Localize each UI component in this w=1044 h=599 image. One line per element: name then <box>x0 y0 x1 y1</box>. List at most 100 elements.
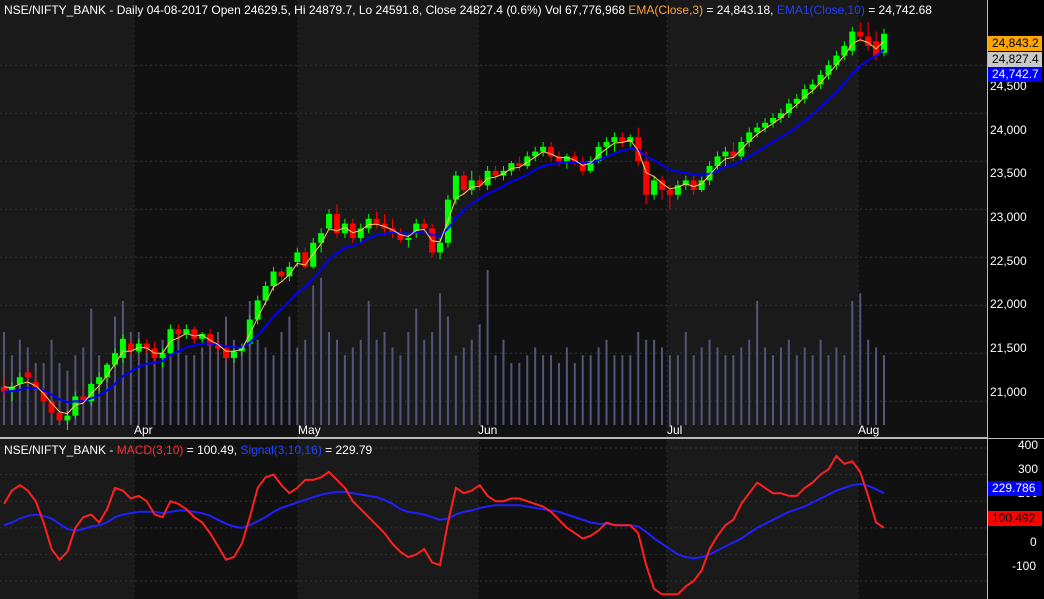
volume-bar <box>375 339 378 425</box>
volume-bar <box>462 347 465 425</box>
price-tick: 24,000 <box>990 123 1027 137</box>
volume-bar <box>415 308 418 425</box>
candle-body <box>64 415 71 421</box>
candle-body <box>690 180 697 190</box>
volume-bar <box>145 347 148 425</box>
signal-value: = 229.79 <box>321 443 373 457</box>
macd-symbol: NSE/NIFTY_BANK <box>4 443 107 457</box>
candle-body <box>603 142 610 147</box>
ema10-badge: 24,742.7 <box>988 67 1042 82</box>
volume-bar <box>803 347 806 425</box>
volume-bar <box>193 355 196 425</box>
candle-body <box>666 190 673 195</box>
candle-body <box>619 137 626 142</box>
volume-bar <box>629 355 632 425</box>
price-details: - Daily 04-08-2017 Open 24629.5, Hi 2487… <box>106 3 629 17</box>
macd-header: NSE/NIFTY_BANK - MACD(3,10) = 100.49, Si… <box>4 443 372 457</box>
volume-bar <box>209 339 212 425</box>
candle-body <box>326 214 333 229</box>
volume-bar <box>565 347 568 425</box>
candle-body <box>841 46 848 56</box>
volume-bar <box>684 332 687 425</box>
macd-tick: 0 <box>1030 535 1037 549</box>
volume-bar <box>343 355 346 425</box>
month-label: Jun <box>478 423 498 437</box>
volume-bar <box>605 339 608 425</box>
candle-body <box>460 175 467 190</box>
month-band <box>858 0 987 438</box>
volume-bar <box>169 347 172 425</box>
candle-body <box>270 271 277 286</box>
stock-chart <box>0 0 1044 599</box>
volume-bar <box>748 339 751 425</box>
price-tick: 21,000 <box>990 385 1027 399</box>
volume-bar <box>359 339 362 425</box>
candle-body <box>373 218 380 224</box>
volume-bar <box>240 347 243 425</box>
volume-bar <box>510 363 513 425</box>
volume-bar <box>185 355 188 425</box>
volume-bar <box>875 347 878 425</box>
macd-tick: 300 <box>1018 462 1039 476</box>
price-tick: 21,500 <box>990 341 1027 355</box>
volume-bar <box>668 355 671 425</box>
candle-body <box>278 271 285 277</box>
volume-bar <box>90 308 93 425</box>
volume-bar <box>177 332 180 425</box>
volume-bar <box>446 316 449 425</box>
macd-badge: 100.492 <box>988 511 1042 526</box>
volume-bar <box>692 355 695 425</box>
volume-bar <box>859 293 862 425</box>
volume-bar <box>779 347 782 425</box>
candle-body <box>651 180 658 195</box>
volume-bar <box>843 355 846 425</box>
candle-body <box>310 242 317 267</box>
volume-bar <box>423 339 426 425</box>
month-band <box>298 439 478 599</box>
price-tick: 23,000 <box>990 210 1027 224</box>
price-tick: 22,500 <box>990 254 1027 268</box>
volume-bar <box>550 355 553 425</box>
volume-bar <box>439 293 442 425</box>
volume-bar <box>407 332 410 425</box>
candle-body <box>230 351 237 358</box>
volume-bar <box>613 355 616 425</box>
candle-body <box>540 146 547 152</box>
volume-bar <box>264 347 267 425</box>
candle-body <box>159 353 166 358</box>
volume-bar <box>716 347 719 425</box>
price-symbol: NSE/NIFTY_BANK <box>4 3 107 17</box>
volume-bar <box>26 347 29 425</box>
month-band <box>667 439 858 599</box>
volume-bar <box>383 332 386 425</box>
volume-bar <box>835 347 838 425</box>
candle-body <box>857 31 864 37</box>
ema10-label: EMA1(Close,10) <box>776 3 865 17</box>
volume-bar <box>399 355 402 425</box>
volume-bar <box>772 355 775 425</box>
candle-body <box>452 175 459 200</box>
volume-bar <box>320 277 323 425</box>
month-label: May <box>298 423 321 437</box>
volume-bar <box>367 301 370 425</box>
candle-body <box>611 137 618 142</box>
candle-body <box>785 103 792 114</box>
candle-body <box>294 252 301 262</box>
volume-bar <box>740 347 743 425</box>
volume-bar <box>494 355 497 425</box>
candle-body <box>722 151 729 157</box>
volume-bar <box>676 355 679 425</box>
candle-body <box>437 242 444 253</box>
volume-bar <box>272 355 275 425</box>
candle-body <box>24 372 31 378</box>
candle-body <box>191 329 198 339</box>
volume-bar <box>732 355 735 425</box>
candle-body <box>405 238 412 240</box>
volume-bar <box>280 332 283 425</box>
volume-bar <box>304 339 307 425</box>
volume-bar <box>312 285 315 425</box>
volume-bar <box>597 347 600 425</box>
candle-body <box>833 55 840 66</box>
volume-bar <box>288 316 291 425</box>
volume-bar <box>787 339 790 425</box>
